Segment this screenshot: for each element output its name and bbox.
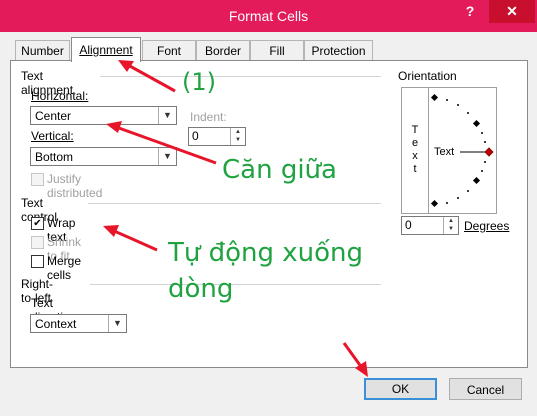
vertical-label: Vertical: (31, 129, 74, 143)
justify-checkbox[interactable] (31, 173, 44, 186)
orientation-box: Text Text (401, 87, 497, 214)
ok-button[interactable]: OK (364, 378, 437, 400)
title-bar: Format Cells ? ✕ (0, 0, 537, 32)
spin-up-icon[interactable]: ▲ (444, 217, 458, 225)
chevron-down-icon: ▼ (158, 107, 176, 124)
tab-protection[interactable]: Protection (304, 40, 373, 61)
indent-value: 0 (192, 129, 199, 143)
spin-down-icon[interactable]: ▼ (231, 136, 245, 144)
orientation-heading: Orientation (398, 69, 457, 83)
tab-border[interactable]: Border (196, 40, 250, 61)
spinner-buttons[interactable]: ▲ ▼ (443, 217, 458, 234)
degrees-value: 0 (405, 218, 412, 232)
horizontal-label: Horizontal: (31, 89, 89, 103)
merge-checkbox[interactable] (31, 255, 44, 268)
spinner-buttons[interactable]: ▲ ▼ (230, 128, 245, 145)
horizontal-value: Center (35, 109, 72, 123)
help-button[interactable]: ? (462, 3, 478, 21)
degrees-label: Degrees (464, 219, 510, 233)
divider (88, 203, 381, 204)
vertical-select[interactable]: Bottom ▼ (30, 147, 177, 166)
tab-number[interactable]: Number (15, 40, 70, 61)
orientation-dial[interactable] (402, 88, 496, 213)
annotation-wrap-line2: dòng (168, 274, 234, 304)
annotation-center: Căn giữa (222, 155, 337, 185)
tab-font[interactable]: Font (142, 40, 196, 61)
tab-alignment-label: Alignment (79, 43, 133, 57)
chevron-down-icon: ▼ (158, 148, 176, 165)
shrink-checkbox[interactable] (31, 236, 44, 249)
spin-up-icon[interactable]: ▲ (231, 128, 245, 136)
indent-label: Indent: (190, 110, 227, 124)
tab-alignment[interactable]: Alignment (71, 37, 141, 62)
vertical-value: Bottom (35, 150, 74, 164)
close-button[interactable]: ✕ (489, 0, 535, 23)
spin-down-icon[interactable]: ▼ (444, 225, 458, 233)
wrap-text-checkbox[interactable]: ✔ (31, 217, 44, 230)
text-direction-select[interactable]: Context ▼ (30, 314, 127, 333)
annotation-step: (1) (182, 68, 216, 96)
horizontal-select[interactable]: Center ▼ (30, 106, 177, 125)
divider (90, 284, 381, 285)
annotation-wrap-line1: Tự động xuống (168, 238, 364, 268)
window-title: Format Cells (228, 8, 309, 24)
chevron-down-icon: ▼ (108, 315, 126, 332)
divider (100, 76, 381, 77)
degrees-spinner[interactable]: 0 ▲ ▼ (401, 216, 459, 235)
indent-spinner[interactable]: 0 ▲ ▼ (188, 127, 246, 146)
cancel-button[interactable]: Cancel (449, 378, 522, 400)
text-direction-value: Context (35, 317, 77, 331)
tab-fill[interactable]: Fill (250, 40, 304, 61)
